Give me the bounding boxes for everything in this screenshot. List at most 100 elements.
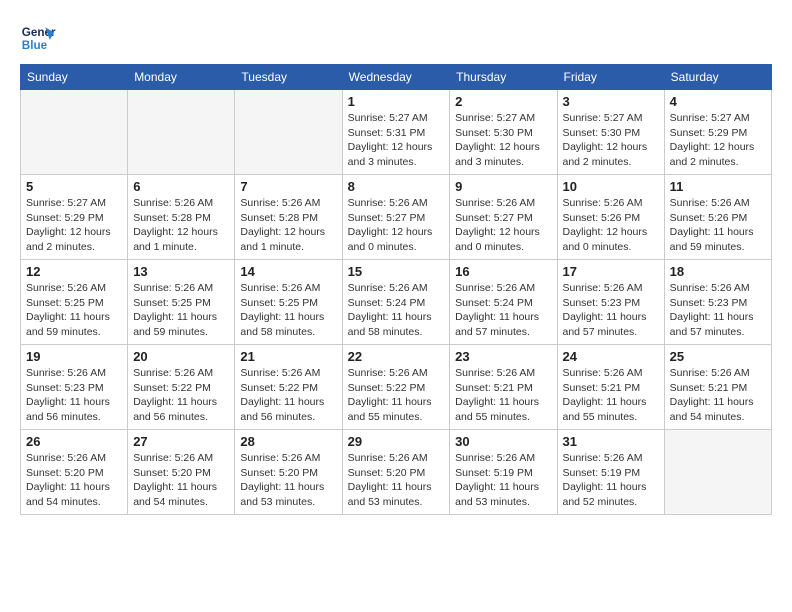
day-info: Sunrise: 5:26 AM Sunset: 5:24 PM Dayligh…: [348, 281, 445, 340]
calendar-cell: 17 Sunrise: 5:26 AM Sunset: 5:23 PM Dayli…: [557, 260, 664, 345]
weekday-header: Friday: [557, 65, 664, 90]
logo-icon: General Blue: [20, 20, 56, 56]
day-number: 22: [348, 349, 445, 364]
day-info: Sunrise: 5:27 AM Sunset: 5:29 PM Dayligh…: [670, 111, 766, 170]
calendar-cell: 24 Sunrise: 5:26 AM Sunset: 5:21 PM Dayli…: [557, 345, 664, 430]
day-number: 24: [563, 349, 659, 364]
week-row: 1 Sunrise: 5:27 AM Sunset: 5:31 PM Daylig…: [21, 90, 772, 175]
page: General Blue SundayMondayTuesdayWednesda…: [0, 0, 792, 525]
day-number: 16: [455, 264, 551, 279]
day-number: 25: [670, 349, 766, 364]
day-info: Sunrise: 5:26 AM Sunset: 5:22 PM Dayligh…: [348, 366, 445, 425]
day-info: Sunrise: 5:26 AM Sunset: 5:19 PM Dayligh…: [563, 451, 659, 510]
day-info: Sunrise: 5:26 AM Sunset: 5:25 PM Dayligh…: [133, 281, 229, 340]
day-info: Sunrise: 5:26 AM Sunset: 5:21 PM Dayligh…: [563, 366, 659, 425]
day-number: 13: [133, 264, 229, 279]
calendar-cell: 28 Sunrise: 5:26 AM Sunset: 5:20 PM Dayli…: [235, 430, 342, 515]
day-info: Sunrise: 5:26 AM Sunset: 5:20 PM Dayligh…: [26, 451, 122, 510]
calendar-cell: 9 Sunrise: 5:26 AM Sunset: 5:27 PM Daylig…: [450, 175, 557, 260]
calendar-cell: 11 Sunrise: 5:26 AM Sunset: 5:26 PM Dayli…: [664, 175, 771, 260]
day-info: Sunrise: 5:26 AM Sunset: 5:21 PM Dayligh…: [670, 366, 766, 425]
calendar-cell: 16 Sunrise: 5:26 AM Sunset: 5:24 PM Dayli…: [450, 260, 557, 345]
day-info: Sunrise: 5:26 AM Sunset: 5:28 PM Dayligh…: [133, 196, 229, 255]
day-number: 14: [240, 264, 336, 279]
day-info: Sunrise: 5:26 AM Sunset: 5:20 PM Dayligh…: [133, 451, 229, 510]
weekday-header-row: SundayMondayTuesdayWednesdayThursdayFrid…: [21, 65, 772, 90]
day-info: Sunrise: 5:26 AM Sunset: 5:22 PM Dayligh…: [240, 366, 336, 425]
day-info: Sunrise: 5:27 AM Sunset: 5:30 PM Dayligh…: [455, 111, 551, 170]
day-number: 28: [240, 434, 336, 449]
day-number: 29: [348, 434, 445, 449]
calendar-cell: 6Sunrise: 5:26 AM Sunset: 5:28 PM Daylig…: [128, 175, 235, 260]
day-info: Sunrise: 5:27 AM Sunset: 5:29 PM Dayligh…: [26, 196, 122, 255]
day-number: 17: [563, 264, 659, 279]
day-info: Sunrise: 5:27 AM Sunset: 5:30 PM Dayligh…: [563, 111, 659, 170]
weekday-header: Thursday: [450, 65, 557, 90]
day-info: Sunrise: 5:26 AM Sunset: 5:23 PM Dayligh…: [563, 281, 659, 340]
day-info: Sunrise: 5:26 AM Sunset: 5:27 PM Dayligh…: [455, 196, 551, 255]
day-info: Sunrise: 5:26 AM Sunset: 5:25 PM Dayligh…: [26, 281, 122, 340]
day-number: 15: [348, 264, 445, 279]
day-number: 23: [455, 349, 551, 364]
day-number: 9: [455, 179, 551, 194]
week-row: 12 Sunrise: 5:26 AM Sunset: 5:25 PM Dayli…: [21, 260, 772, 345]
day-number: 20: [133, 349, 229, 364]
calendar-cell: 3 Sunrise: 5:27 AM Sunset: 5:30 PM Daylig…: [557, 90, 664, 175]
calendar: SundayMondayTuesdayWednesdayThursdayFrid…: [20, 64, 772, 515]
calendar-cell: 21Sunrise: 5:26 AM Sunset: 5:22 PM Dayli…: [235, 345, 342, 430]
day-info: Sunrise: 5:26 AM Sunset: 5:20 PM Dayligh…: [240, 451, 336, 510]
day-number: 27: [133, 434, 229, 449]
calendar-cell: 10Sunrise: 5:26 AM Sunset: 5:26 PM Dayli…: [557, 175, 664, 260]
calendar-cell: [21, 90, 128, 175]
calendar-cell: 18Sunrise: 5:26 AM Sunset: 5:23 PM Dayli…: [664, 260, 771, 345]
day-number: 1: [348, 94, 445, 109]
week-row: 5 Sunrise: 5:27 AM Sunset: 5:29 PM Daylig…: [21, 175, 772, 260]
logo: General Blue: [20, 20, 56, 56]
week-row: 26 Sunrise: 5:26 AM Sunset: 5:20 PM Dayli…: [21, 430, 772, 515]
calendar-cell: 15 Sunrise: 5:26 AM Sunset: 5:24 PM Dayli…: [342, 260, 450, 345]
day-info: Sunrise: 5:26 AM Sunset: 5:23 PM Dayligh…: [670, 281, 766, 340]
calendar-cell: 19 Sunrise: 5:26 AM Sunset: 5:23 PM Dayli…: [21, 345, 128, 430]
day-number: 5: [26, 179, 122, 194]
day-number: 3: [563, 94, 659, 109]
day-info: Sunrise: 5:26 AM Sunset: 5:21 PM Dayligh…: [455, 366, 551, 425]
day-info: Sunrise: 5:26 AM Sunset: 5:26 PM Dayligh…: [670, 196, 766, 255]
calendar-cell: 12 Sunrise: 5:26 AM Sunset: 5:25 PM Dayli…: [21, 260, 128, 345]
day-info: Sunrise: 5:26 AM Sunset: 5:25 PM Dayligh…: [240, 281, 336, 340]
day-number: 11: [670, 179, 766, 194]
day-number: 19: [26, 349, 122, 364]
weekday-header: Tuesday: [235, 65, 342, 90]
calendar-cell: 31Sunrise: 5:26 AM Sunset: 5:19 PM Dayli…: [557, 430, 664, 515]
calendar-cell: [235, 90, 342, 175]
day-info: Sunrise: 5:26 AM Sunset: 5:23 PM Dayligh…: [26, 366, 122, 425]
calendar-cell: 22 Sunrise: 5:26 AM Sunset: 5:22 PM Dayli…: [342, 345, 450, 430]
calendar-cell: 23 Sunrise: 5:26 AM Sunset: 5:21 PM Dayli…: [450, 345, 557, 430]
calendar-cell: 26 Sunrise: 5:26 AM Sunset: 5:20 PM Dayli…: [21, 430, 128, 515]
calendar-cell: 7 Sunrise: 5:26 AM Sunset: 5:28 PM Daylig…: [235, 175, 342, 260]
calendar-cell: 20 Sunrise: 5:26 AM Sunset: 5:22 PM Dayli…: [128, 345, 235, 430]
day-number: 7: [240, 179, 336, 194]
day-info: Sunrise: 5:27 AM Sunset: 5:31 PM Dayligh…: [348, 111, 445, 170]
svg-text:Blue: Blue: [22, 39, 48, 52]
calendar-cell: 14 Sunrise: 5:26 AM Sunset: 5:25 PM Dayli…: [235, 260, 342, 345]
weekday-header: Wednesday: [342, 65, 450, 90]
day-info: Sunrise: 5:26 AM Sunset: 5:22 PM Dayligh…: [133, 366, 229, 425]
day-info: Sunrise: 5:26 AM Sunset: 5:27 PM Dayligh…: [348, 196, 445, 255]
day-number: 12: [26, 264, 122, 279]
day-info: Sunrise: 5:26 AM Sunset: 5:24 PM Dayligh…: [455, 281, 551, 340]
day-info: Sunrise: 5:26 AM Sunset: 5:26 PM Dayligh…: [563, 196, 659, 255]
calendar-cell: 4 Sunrise: 5:27 AM Sunset: 5:29 PM Daylig…: [664, 90, 771, 175]
day-number: 4: [670, 94, 766, 109]
day-info: Sunrise: 5:26 AM Sunset: 5:20 PM Dayligh…: [348, 451, 445, 510]
day-number: 2: [455, 94, 551, 109]
calendar-cell: 13 Sunrise: 5:26 AM Sunset: 5:25 PM Dayli…: [128, 260, 235, 345]
weekday-header: Sunday: [21, 65, 128, 90]
day-info: Sunrise: 5:26 AM Sunset: 5:28 PM Dayligh…: [240, 196, 336, 255]
calendar-cell: 27 Sunrise: 5:26 AM Sunset: 5:20 PM Dayli…: [128, 430, 235, 515]
day-number: 30: [455, 434, 551, 449]
calendar-cell: 5 Sunrise: 5:27 AM Sunset: 5:29 PM Daylig…: [21, 175, 128, 260]
calendar-cell: 2 Sunrise: 5:27 AM Sunset: 5:30 PM Daylig…: [450, 90, 557, 175]
calendar-cell: 1 Sunrise: 5:27 AM Sunset: 5:31 PM Daylig…: [342, 90, 450, 175]
day-number: 26: [26, 434, 122, 449]
calendar-cell: 30Sunrise: 5:26 AM Sunset: 5:19 PM Dayli…: [450, 430, 557, 515]
